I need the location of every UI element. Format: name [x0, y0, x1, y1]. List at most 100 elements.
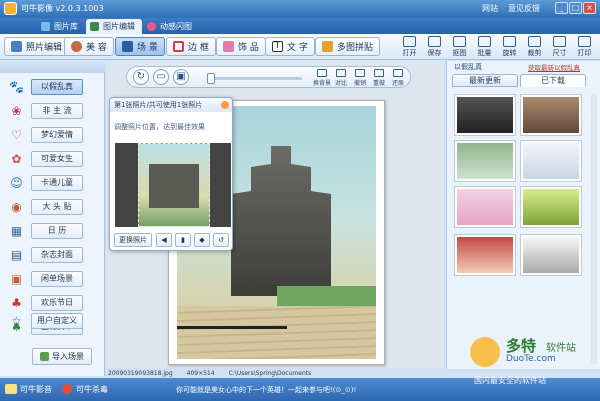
- screen-icon[interactable]: ▭: [153, 69, 169, 85]
- collage-button[interactable]: 多图拼贴: [315, 37, 381, 56]
- title-links: 网站 意见反馈: [482, 3, 540, 14]
- photo-edit-button[interactable]: 照片编辑: [4, 37, 70, 56]
- category-item[interactable]: ▤ 杂志封面: [4, 243, 102, 267]
- template-thumbnail[interactable]: [520, 234, 582, 276]
- template-thumbnail[interactable]: [454, 140, 516, 182]
- import-scene-button[interactable]: 导入场景: [32, 348, 92, 365]
- restore-icon: [393, 69, 403, 77]
- category-item[interactable]: 🐾 以假乱真: [4, 75, 102, 99]
- feedback-link[interactable]: 意见反馈: [508, 3, 540, 14]
- gallery-icon: [41, 22, 50, 31]
- website-link[interactable]: 网站: [482, 3, 498, 14]
- decoration-icon: [223, 41, 234, 52]
- text-button[interactable]: T文 字: [265, 37, 315, 56]
- template-thumbnail[interactable]: [520, 140, 582, 182]
- scene-icon: [122, 41, 133, 52]
- template-thumbnail[interactable]: [454, 234, 516, 276]
- replace-photo-button[interactable]: 更换照片: [114, 233, 152, 247]
- zoom-slider[interactable]: [207, 73, 302, 84]
- tab-gallery[interactable]: 图片库: [37, 19, 85, 34]
- compare-tool[interactable]: 对比: [332, 68, 350, 88]
- category-icon: ❀: [11, 104, 22, 118]
- category-item[interactable]: ☺ 卡通儿童: [4, 171, 102, 195]
- dialog-close-icon[interactable]: [221, 101, 229, 109]
- category-item[interactable]: ▣ 闲单场景: [4, 267, 102, 291]
- category-item[interactable]: ✿ 可爱女生: [4, 147, 102, 171]
- flash-icon: [147, 22, 156, 31]
- category-icon: ◉: [11, 200, 22, 214]
- template-scrollbar[interactable]: [591, 94, 597, 364]
- crop-tool[interactable]: 裁剪: [523, 36, 546, 58]
- tab-downloaded[interactable]: 已下载: [520, 74, 586, 87]
- save-tool[interactable]: 保存: [423, 36, 446, 58]
- dialog-hint: 调整照片位置，达到最佳效果: [114, 123, 205, 131]
- frame-icon: [173, 41, 184, 52]
- refresh-icon[interactable]: ↻: [133, 69, 149, 85]
- folder-icon: [403, 36, 416, 47]
- template-thumbnail[interactable]: [520, 94, 582, 136]
- category-panel-header: [0, 61, 105, 73]
- tab-latest[interactable]: 最新更新: [452, 74, 518, 87]
- category-item[interactable]: ☆ 用户自定义: [4, 309, 102, 333]
- print-tool[interactable]: 打印: [573, 36, 596, 58]
- status-message[interactable]: 你可能就是美女心中的下一个英雄！一起来参与吧!(⊙_⊙)!: [176, 385, 356, 395]
- undo-icon: [355, 69, 365, 77]
- zoom-slider-knob[interactable]: [207, 73, 215, 84]
- template-thumbnail[interactable]: [454, 94, 516, 136]
- beauty-button[interactable]: 美 容: [64, 37, 114, 56]
- template-thumbnail[interactable]: [520, 186, 582, 228]
- category-icon: ▣: [10, 272, 23, 286]
- tab-edit[interactable]: 图片编辑: [86, 19, 142, 34]
- rotate-icon: [503, 36, 516, 47]
- decoration-button[interactable]: 饰 品: [216, 37, 266, 56]
- duote-watermark: 多特 软件站 DuoTe.com 国内最安全的软件站: [470, 335, 598, 393]
- undo-tool[interactable]: 撤销: [351, 68, 369, 88]
- flip-icon[interactable]: ▮: [175, 233, 191, 247]
- crop-icon: [528, 36, 541, 47]
- category-item[interactable]: ▦ 日 历: [4, 219, 102, 243]
- get-latest-link[interactable]: 获取最新以假乱真: [528, 62, 580, 72]
- batch-tool[interactable]: 批量: [473, 36, 496, 58]
- category-icon: ☺: [10, 176, 23, 190]
- category-item[interactable]: ❀ 非 主 流: [4, 99, 102, 123]
- rotate-tool[interactable]: 旋转: [498, 36, 521, 58]
- antivirus-link[interactable]: 可牛杀毒: [76, 384, 108, 395]
- file-path: C:\Users\Spring\Documents: [228, 369, 312, 377]
- category-item[interactable]: ◉ 大 头 贴: [4, 195, 102, 219]
- file-info-bar: 20090319093818.jpg 409×514 C:\Users\Spri…: [106, 368, 446, 378]
- grass-area: [277, 286, 376, 308]
- category-icon: ☆: [11, 314, 22, 328]
- diamond-icon[interactable]: ◆: [194, 233, 210, 247]
- template-thumbnail[interactable]: [454, 186, 516, 228]
- church-facade: [231, 146, 331, 296]
- cutout-tool[interactable]: 抠图: [448, 36, 471, 58]
- compare-icon: [336, 69, 346, 77]
- change-bg-tool[interactable]: 换背景: [313, 68, 331, 88]
- crop-preview[interactable]: [115, 143, 231, 227]
- rotate-left-icon[interactable]: ↺: [213, 233, 229, 247]
- background-icon: [317, 69, 327, 77]
- maximize-button[interactable]: □: [569, 2, 582, 14]
- restore-tool[interactable]: 还原: [389, 68, 407, 88]
- close-button[interactable]: ×: [583, 2, 596, 14]
- media-player-link[interactable]: 可牛影音: [20, 384, 52, 395]
- category-item[interactable]: ♡ 梦幻爱情: [4, 123, 102, 147]
- minimize-button[interactable]: _: [555, 2, 568, 14]
- size-tool[interactable]: 尺寸: [548, 36, 571, 58]
- frame-button[interactable]: 边 框: [166, 37, 216, 56]
- antivirus-icon: [62, 384, 72, 394]
- main-tab-bar: 图片库 图片编辑 动感闪图: [0, 18, 600, 34]
- category-icon: ▤: [10, 248, 23, 262]
- redo-tool[interactable]: 重做: [370, 68, 388, 88]
- preview-photo[interactable]: [138, 143, 210, 227]
- fit-icon[interactable]: ▣: [173, 69, 189, 85]
- category-icon: 🐾: [9, 80, 24, 94]
- category-icon: ♡: [11, 128, 22, 142]
- tab-flash[interactable]: 动感闪图: [143, 19, 199, 34]
- volume-icon[interactable]: ◀: [156, 233, 172, 247]
- scene-button[interactable]: 场 景: [115, 37, 165, 56]
- batch-icon: [478, 36, 491, 47]
- redo-icon: [374, 69, 384, 77]
- open-tool[interactable]: 打开: [398, 36, 421, 58]
- railing: [177, 281, 287, 329]
